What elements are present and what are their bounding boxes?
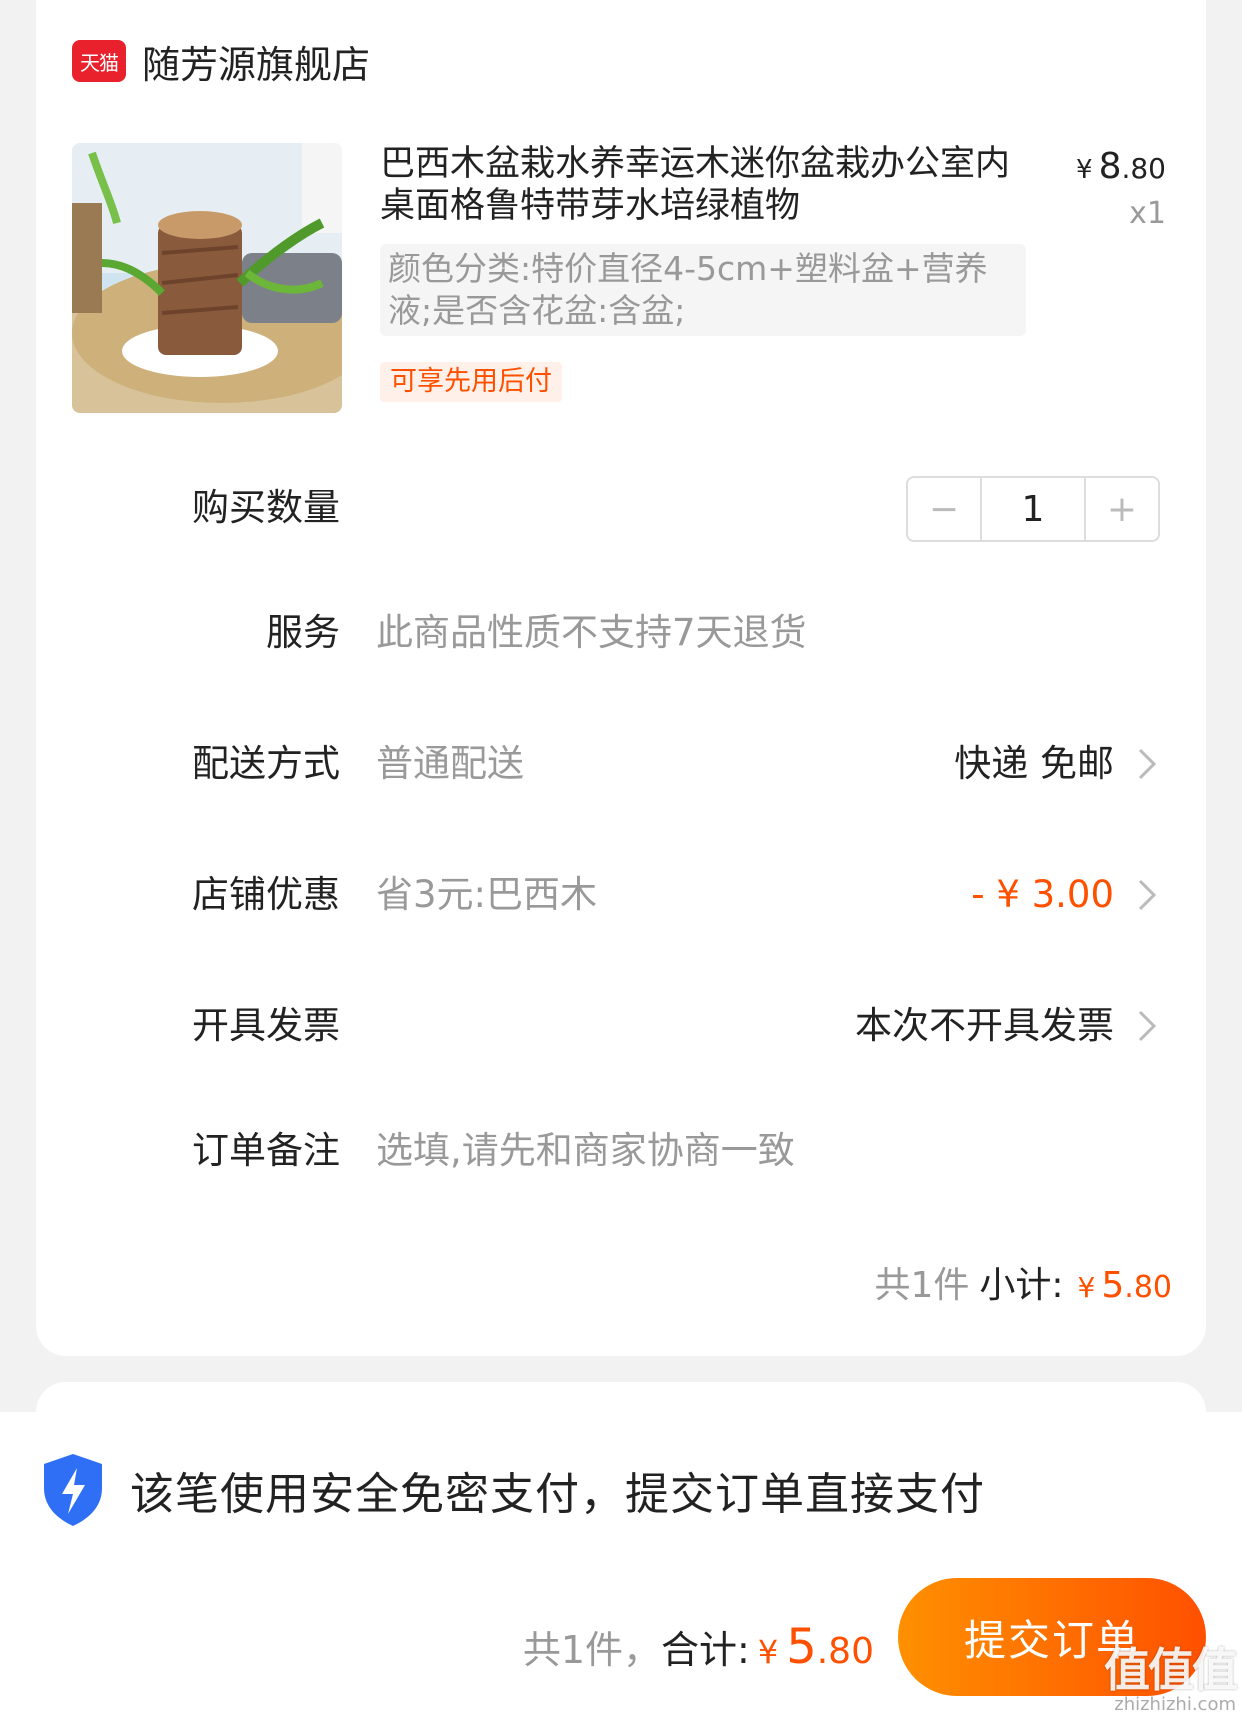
product-title[interactable]: 巴西木盆栽水养幸运木迷你盆栽办公室内桌面格鲁特带芽水培绿植物 <box>380 143 1010 227</box>
quantity-stepper[interactable]: − 1 + <box>906 476 1160 542</box>
quantity-row: 购买数量 − 1 + <box>0 476 1242 542</box>
invoice-value[interactable]: 本次不开具发票 <box>855 996 1114 1056</box>
product-price: ¥8.80 <box>1076 146 1166 187</box>
price-decimal: .80 <box>1121 152 1166 185</box>
watermark-url: zhizhizhi.com <box>1114 1694 1236 1715</box>
subtotal-currency: ¥ <box>1077 1271 1096 1304</box>
invoice-label: 开具发票 <box>192 1004 340 1047</box>
chevron-right-icon[interactable] <box>1128 877 1164 913</box>
secure-payment-text: 该笔使用安全免密支付，提交订单直接支付 <box>130 1469 985 1520</box>
subtotal: 共1件 小计: ¥5.80 <box>875 1262 1173 1312</box>
shop-header[interactable]: 天猫 随芳源旗舰店 <box>72 34 370 89</box>
site-watermark: 值值值 zhizhizhi.com <box>1104 1643 1238 1715</box>
service-row: 服务 此商品性质不支持7天退货 <box>0 603 1242 663</box>
order-note-input[interactable]: 选填,请先和商家协商一致 <box>376 1121 795 1181</box>
increment-button[interactable]: + <box>1086 478 1158 540</box>
chevron-right-icon[interactable] <box>1128 1008 1164 1044</box>
chevron-right-icon[interactable] <box>1128 746 1164 782</box>
watermark-logo: 值值值 <box>1104 1643 1238 1697</box>
shield-lightning-icon <box>44 1454 102 1526</box>
price-currency: ¥ <box>1076 155 1093 185</box>
secure-payment-notice: 该笔使用安全免密支付，提交订单直接支付 <box>40 1452 985 1528</box>
plant-photo-icon <box>72 143 342 413</box>
total-decimal: .80 <box>816 1631 874 1672</box>
decrement-button[interactable]: − <box>908 478 980 540</box>
subtotal-label: 小计: <box>979 1265 1064 1306</box>
order-total: 共1件，合计: ¥5.80 <box>523 1612 874 1687</box>
service-label: 服务 <box>266 611 340 654</box>
product-image[interactable] <box>72 143 342 413</box>
subtotal-count: 共1件 <box>874 1265 970 1306</box>
checkout-footer: 该笔使用安全免密支付，提交订单直接支付 共1件，合计: ¥5.80 提交订单 值值… <box>0 1412 1242 1719</box>
delivery-value: 普通配送 <box>376 742 524 785</box>
discount-label: 店铺优惠 <box>192 873 340 916</box>
product-sku[interactable]: 颜色分类:特价直径4-5cm+塑料盆+营养液;是否含花盆:含盆; <box>380 244 1026 336</box>
subtotal-integer: 5 <box>1101 1265 1125 1306</box>
total-label: 合计: <box>661 1628 750 1672</box>
price-integer: 8 <box>1098 146 1122 187</box>
invoice-row[interactable]: 开具发票 本次不开具发票 <box>0 996 1242 1056</box>
note-label: 订单备注 <box>192 1129 340 1172</box>
delivery-method[interactable]: 快递 免邮 <box>954 734 1114 794</box>
quantity-value[interactable]: 1 <box>980 478 1086 540</box>
quantity-label: 购买数量 <box>192 486 340 529</box>
total-count: 共1件， <box>522 1628 662 1672</box>
shop-name[interactable]: 随芳源旗舰店 <box>142 34 370 89</box>
delivery-label: 配送方式 <box>192 742 340 785</box>
subtotal-decimal: .80 <box>1124 1270 1172 1305</box>
discount-row[interactable]: 店铺优惠 省3元:巴西木 - ¥ 3.00 <box>0 865 1242 925</box>
discount-value: 省3元:巴西木 <box>376 873 598 916</box>
product-quantity-tag: x1 <box>1129 196 1166 231</box>
tmall-logo-icon: 天猫 <box>72 40 126 82</box>
discount-amount[interactable]: - ¥ 3.00 <box>971 865 1114 925</box>
total-integer: 5 <box>786 1619 817 1675</box>
pay-later-badge: 可享先用后付 <box>380 362 562 402</box>
note-row: 订单备注 选填,请先和商家协商一致 <box>0 1121 1242 1181</box>
delivery-row[interactable]: 配送方式 普通配送 快递 免邮 <box>0 734 1242 794</box>
total-currency: ¥ <box>757 1633 779 1671</box>
service-value: 此商品性质不支持7天退货 <box>376 611 807 654</box>
